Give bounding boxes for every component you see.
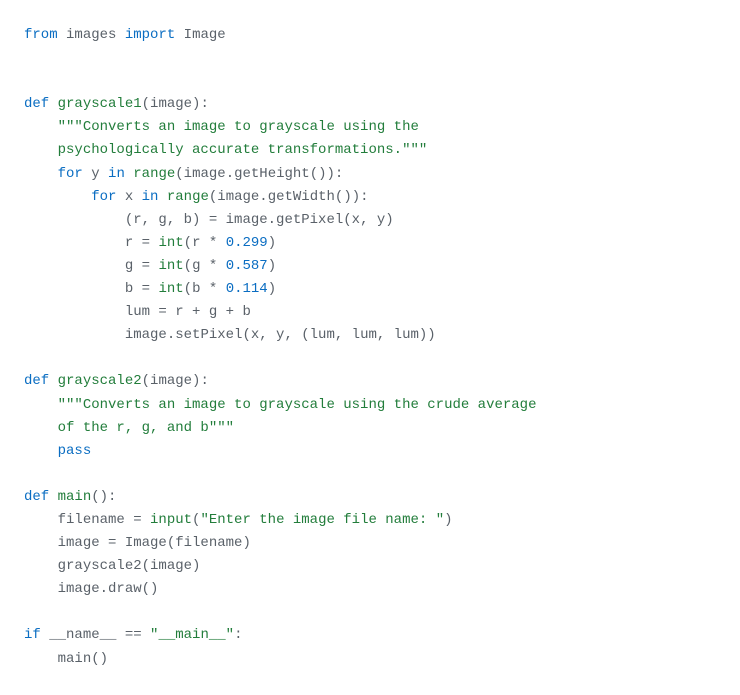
keyword-from: from: [24, 27, 58, 43]
var: y: [91, 166, 99, 182]
string-literal: "Enter the image file name: ": [200, 512, 444, 528]
function-name: main: [58, 489, 92, 505]
builtin-int: int: [158, 235, 183, 251]
code-text: ): [444, 512, 452, 528]
code-text: ): [268, 258, 276, 274]
class-name: Image: [184, 27, 226, 43]
keyword-if: if: [24, 627, 41, 643]
keyword-def: def: [24, 489, 49, 505]
code-text: image.draw(): [58, 581, 159, 597]
code-text: main(): [58, 651, 108, 667]
code-text: image.setPixel(x, y, (lum, lum, lum)): [125, 327, 436, 343]
var: x: [125, 189, 133, 205]
code-text: lum = r + g + b: [125, 304, 251, 320]
number: 0.587: [226, 258, 268, 274]
docstring: psychologically accurate transformations…: [58, 142, 428, 158]
code-text: __name__ ==: [49, 627, 141, 643]
keyword-pass: pass: [58, 443, 92, 459]
builtin-int: int: [158, 281, 183, 297]
code-text: (b *: [184, 281, 218, 297]
builtin-range: range: [167, 189, 209, 205]
keyword-for: for: [58, 166, 83, 182]
code-text: (r, g, b) = image.getPixel(x, y): [125, 212, 394, 228]
code-text: ): [268, 281, 276, 297]
params: (image):: [142, 373, 209, 389]
code-text: grayscale2(image): [58, 558, 201, 574]
docstring: """Converts an image to grayscale using …: [58, 397, 537, 413]
code-text: image = Image(filename): [58, 535, 251, 551]
code-text: (g *: [184, 258, 218, 274]
keyword-in: in: [142, 189, 159, 205]
builtin-input: input: [150, 512, 192, 528]
docstring: """Converts an image to grayscale using …: [58, 119, 419, 135]
function-name: grayscale2: [58, 373, 142, 389]
params: ():: [91, 489, 116, 505]
keyword-import: import: [125, 27, 175, 43]
code-text: (r *: [184, 235, 218, 251]
code-text: (image.getHeight()):: [175, 166, 343, 182]
keyword-for: for: [91, 189, 116, 205]
code-text: :: [234, 627, 242, 643]
docstring: of the r, g, and b""": [58, 420, 234, 436]
string-literal: "__main__": [150, 627, 234, 643]
code-text: filename =: [58, 512, 142, 528]
code-text: b =: [125, 281, 150, 297]
keyword-def: def: [24, 373, 49, 389]
module-name: images: [66, 27, 116, 43]
keyword-in: in: [108, 166, 125, 182]
code-text: (image.getWidth()):: [209, 189, 369, 205]
function-name: grayscale1: [58, 96, 142, 112]
number: 0.114: [226, 281, 268, 297]
code-text: ): [268, 235, 276, 251]
code-block: from images import Image def grayscale1(…: [24, 24, 716, 671]
params: (image):: [142, 96, 209, 112]
number: 0.299: [226, 235, 268, 251]
code-text: r =: [125, 235, 150, 251]
code-text: g =: [125, 258, 150, 274]
keyword-def: def: [24, 96, 49, 112]
builtin-int: int: [158, 258, 183, 274]
builtin-range: range: [133, 166, 175, 182]
